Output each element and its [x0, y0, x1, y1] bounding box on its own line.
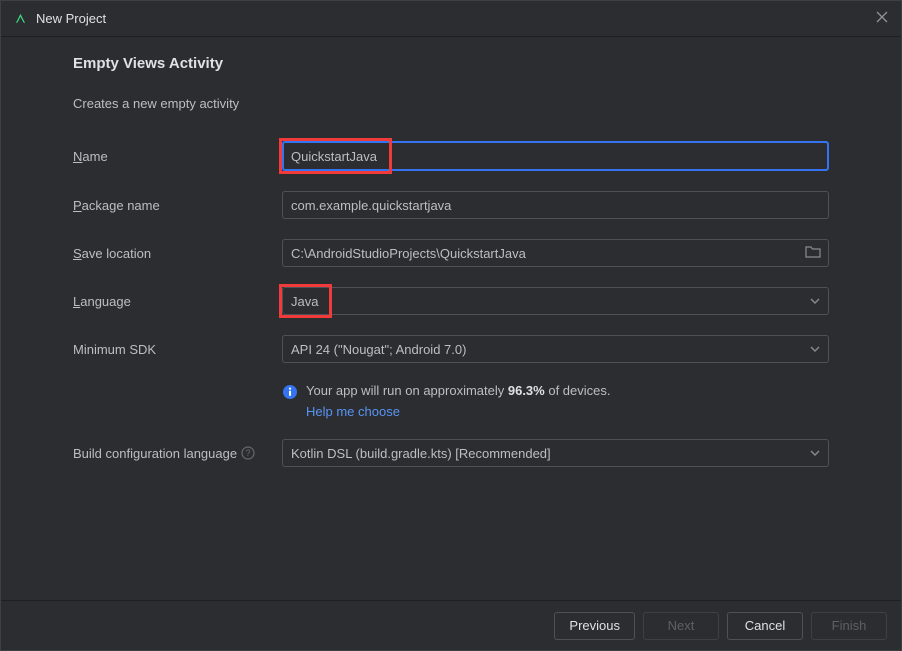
- device-coverage-text: Your app will run on approximately 96.3%…: [306, 383, 611, 398]
- previous-button[interactable]: Previous: [554, 612, 635, 640]
- help-icon[interactable]: ?: [241, 446, 255, 460]
- minsdk-select[interactable]: API 24 ("Nougat"; Android 7.0): [282, 335, 829, 363]
- build-lang-select[interactable]: Kotlin DSL (build.gradle.kts) [Recommend…: [282, 439, 829, 467]
- chevron-down-icon: [810, 296, 820, 306]
- page-subtitle: Creates a new empty activity: [73, 96, 829, 111]
- minsdk-label: Minimum SDK: [73, 342, 282, 357]
- finish-button: Finish: [811, 612, 887, 640]
- minsdk-value: API 24 ("Nougat"; Android 7.0): [291, 342, 466, 357]
- help-me-choose-link[interactable]: Help me choose: [306, 404, 400, 419]
- titlebar: New Project: [1, 1, 901, 37]
- cancel-button[interactable]: Cancel: [727, 612, 803, 640]
- build-lang-label: Build configuration language ?: [73, 446, 282, 461]
- language-value: Java: [291, 294, 318, 309]
- package-input[interactable]: [282, 191, 829, 219]
- info-icon: [282, 384, 298, 400]
- save-location-label: Save location: [73, 246, 282, 261]
- close-icon[interactable]: [875, 10, 889, 27]
- android-studio-icon: [13, 11, 28, 26]
- language-select[interactable]: Java: [282, 287, 829, 315]
- svg-text:?: ?: [246, 448, 251, 458]
- package-label: Package name: [73, 198, 282, 213]
- footer: Previous Next Cancel Finish: [1, 600, 901, 650]
- build-lang-value: Kotlin DSL (build.gradle.kts) [Recommend…: [291, 446, 551, 461]
- window-title: New Project: [36, 11, 875, 26]
- name-input[interactable]: [282, 141, 829, 171]
- browse-folder-icon[interactable]: [805, 245, 821, 261]
- chevron-down-icon: [810, 344, 820, 354]
- page-heading: Empty Views Activity: [73, 55, 829, 72]
- save-location-input[interactable]: [282, 239, 829, 267]
- chevron-down-icon: [810, 448, 820, 458]
- next-button: Next: [643, 612, 719, 640]
- name-label: Name: [73, 149, 282, 164]
- language-label: Language: [73, 294, 282, 309]
